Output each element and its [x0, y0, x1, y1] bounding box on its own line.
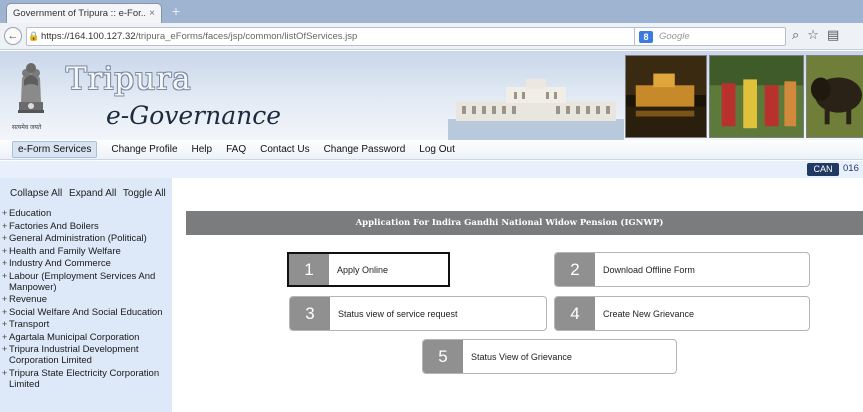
sidebar-item-label: Factories And Boilers: [9, 220, 99, 232]
option-label: Apply Online: [337, 264, 389, 275]
option-label: Download Offline Form: [603, 264, 695, 275]
new-tab-icon[interactable]: +: [168, 4, 184, 19]
option-number: 1: [289, 254, 329, 285]
tree-controls: Collapse All Expand All Toggle All: [10, 188, 170, 199]
sidebar-item-industry[interactable]: + Industry And Commerce: [2, 258, 170, 269]
expand-icon[interactable]: +: [2, 344, 9, 355]
option-label: Create New Grievance: [603, 308, 695, 319]
expand-icon[interactable]: +: [2, 208, 9, 219]
site-banner: सत्यमेव जयते Tripura e-Governance: [0, 51, 863, 140]
bookmarks-list-icon[interactable]: ▤: [827, 27, 839, 43]
back-arrow-icon[interactable]: ←: [4, 27, 22, 45]
site-title: Tripura: [66, 61, 192, 97]
sidebar-item-health[interactable]: + Health and Family Welfare: [2, 246, 170, 257]
sidebar-item-label: Industry And Commerce: [9, 258, 111, 269]
sidebar-item-label: General Administration (Political): [9, 233, 147, 244]
sidebar-item-label: Health and Family Welfare: [9, 245, 121, 257]
lock-icon: 🔒: [28, 31, 40, 41]
sidebar-item-tidc[interactable]: + Tripura Industrial Development Corporat…: [2, 344, 170, 366]
url-path: /tripura_eForms/faces/jsp/common/listOfS…: [135, 31, 358, 42]
sidebar-item-label: Transport: [9, 319, 50, 330]
sidebar-item-revenue[interactable]: + Revenue: [2, 294, 170, 305]
tab-title: Government of Tripura :: e-For...: [13, 8, 146, 19]
sidebar-item-label: Revenue: [9, 294, 48, 305]
menu-eform-services[interactable]: e-Form Services: [12, 141, 98, 158]
national-emblem-icon: [18, 63, 44, 113]
expand-icon[interactable]: +: [2, 271, 9, 282]
expand-icon[interactable]: +: [2, 221, 9, 232]
menu-contact-us[interactable]: Contact Us: [260, 142, 309, 157]
palace-image: [448, 79, 624, 140]
can-number: 016: [843, 163, 859, 174]
main-menu: e-Form Services Change Profile Help FAQ …: [0, 140, 863, 160]
search-input[interactable]: 8 Google: [634, 27, 786, 46]
search-icon[interactable]: ⌕: [792, 27, 799, 43]
address-bar[interactable]: 🔒 https://164.100.127.32 /tripura_eForms…: [26, 27, 692, 46]
search-engine-icon[interactable]: 8: [639, 30, 653, 43]
info-strip: [0, 161, 863, 178]
status-view-service-request-button[interactable]: 3 Status view of service request: [289, 296, 547, 331]
close-tab-icon[interactable]: ×: [149, 8, 155, 19]
create-new-grievance-button[interactable]: 4 Create New Grievance: [554, 296, 810, 331]
option-label: Status view of service request: [338, 308, 458, 319]
sidebar-item-labour[interactable]: + Labour (Employment Services And Manpowe…: [2, 271, 170, 293]
expand-icon[interactable]: +: [2, 258, 9, 269]
sidebar-item-transport[interactable]: + Transport: [2, 319, 170, 330]
menu-help[interactable]: Help: [192, 142, 213, 157]
option-number: 4: [555, 297, 595, 330]
dancers-photo: [709, 55, 804, 138]
menu-log-out[interactable]: Log Out: [419, 142, 455, 157]
sidebar-item-label: Social Welfare And Social Education: [9, 306, 163, 318]
department-sidebar: Collapse All Expand All Toggle All + Educ…: [0, 178, 172, 412]
sidebar-item-education[interactable]: + Education: [2, 208, 170, 219]
expand-icon[interactable]: +: [2, 319, 9, 330]
can-badge: CAN: [807, 163, 839, 176]
expand-icon[interactable]: +: [2, 294, 9, 305]
sidebar-item-social-welfare[interactable]: + Social Welfare And Social Education: [2, 307, 170, 318]
browser-toolbar-icons: ⌕ ☆ ▤: [792, 27, 839, 43]
status-view-grievance-button[interactable]: 5 Status View of Grievance: [422, 339, 677, 374]
apply-online-button[interactable]: 1 Apply Online: [287, 252, 450, 287]
expand-all-link[interactable]: Expand All: [69, 188, 116, 199]
expand-icon[interactable]: +: [2, 246, 9, 257]
browser-tab[interactable]: Government of Tripura :: e-For... ×: [6, 3, 162, 23]
site-subtitle: e-Governance: [106, 101, 282, 130]
collapse-all-link[interactable]: Collapse All: [10, 188, 62, 199]
expand-icon[interactable]: +: [2, 332, 9, 343]
browser-nav-bar: ← 🔒 https://164.100.127.32 /tripura_eFor…: [0, 23, 863, 50]
sidebar-item-label: Education: [9, 208, 52, 219]
menu-faq[interactable]: FAQ: [226, 142, 246, 157]
url-host: https://164.100.127.32: [41, 31, 136, 42]
option-number: 2: [555, 253, 595, 286]
browser-tab-strip: Government of Tripura :: e-For... × +: [0, 0, 863, 23]
menu-change-password[interactable]: Change Password: [324, 142, 406, 157]
search-placeholder: Google: [659, 31, 690, 42]
expand-icon[interactable]: +: [2, 368, 9, 379]
sidebar-item-label: Tripura Industrial Development Corporati…: [9, 344, 139, 366]
menu-change-profile[interactable]: Change Profile: [111, 142, 177, 157]
sidebar-item-label: Tripura State Electricity Corporation Li…: [9, 367, 160, 390]
download-offline-form-button[interactable]: 2 Download Offline Form: [554, 252, 810, 287]
toggle-all-link[interactable]: Toggle All: [123, 188, 166, 199]
sidebar-item-label: Agartala Municipal Corporation: [9, 331, 140, 343]
expand-icon[interactable]: +: [2, 307, 9, 318]
option-number: 3: [290, 297, 330, 330]
emblem-caption: सत्यमेव जयते: [12, 125, 42, 131]
bookmark-star-icon[interactable]: ☆: [807, 27, 819, 43]
bison-photo: [806, 55, 863, 138]
page-title: Application For Indira Gandhi National W…: [186, 211, 863, 235]
option-number: 5: [423, 340, 463, 373]
expand-icon[interactable]: +: [2, 233, 9, 244]
department-tree: + Education + Factories And Boilers + Gener…: [2, 208, 170, 391]
sidebar-item-label: Labour (Employment Services And Manpower…: [9, 270, 156, 293]
sidebar-item-factories[interactable]: + Factories And Boilers: [2, 221, 170, 232]
sidebar-item-agartala-municipal[interactable]: + Agartala Municipal Corporation: [2, 332, 170, 343]
sidebar-item-general-administration[interactable]: + General Administration (Political): [2, 233, 170, 244]
lake-palace-photo: [625, 55, 707, 138]
option-label: Status View of Grievance: [471, 351, 572, 362]
sidebar-item-tsecl[interactable]: + Tripura State Electricity Corporation L…: [2, 368, 170, 390]
